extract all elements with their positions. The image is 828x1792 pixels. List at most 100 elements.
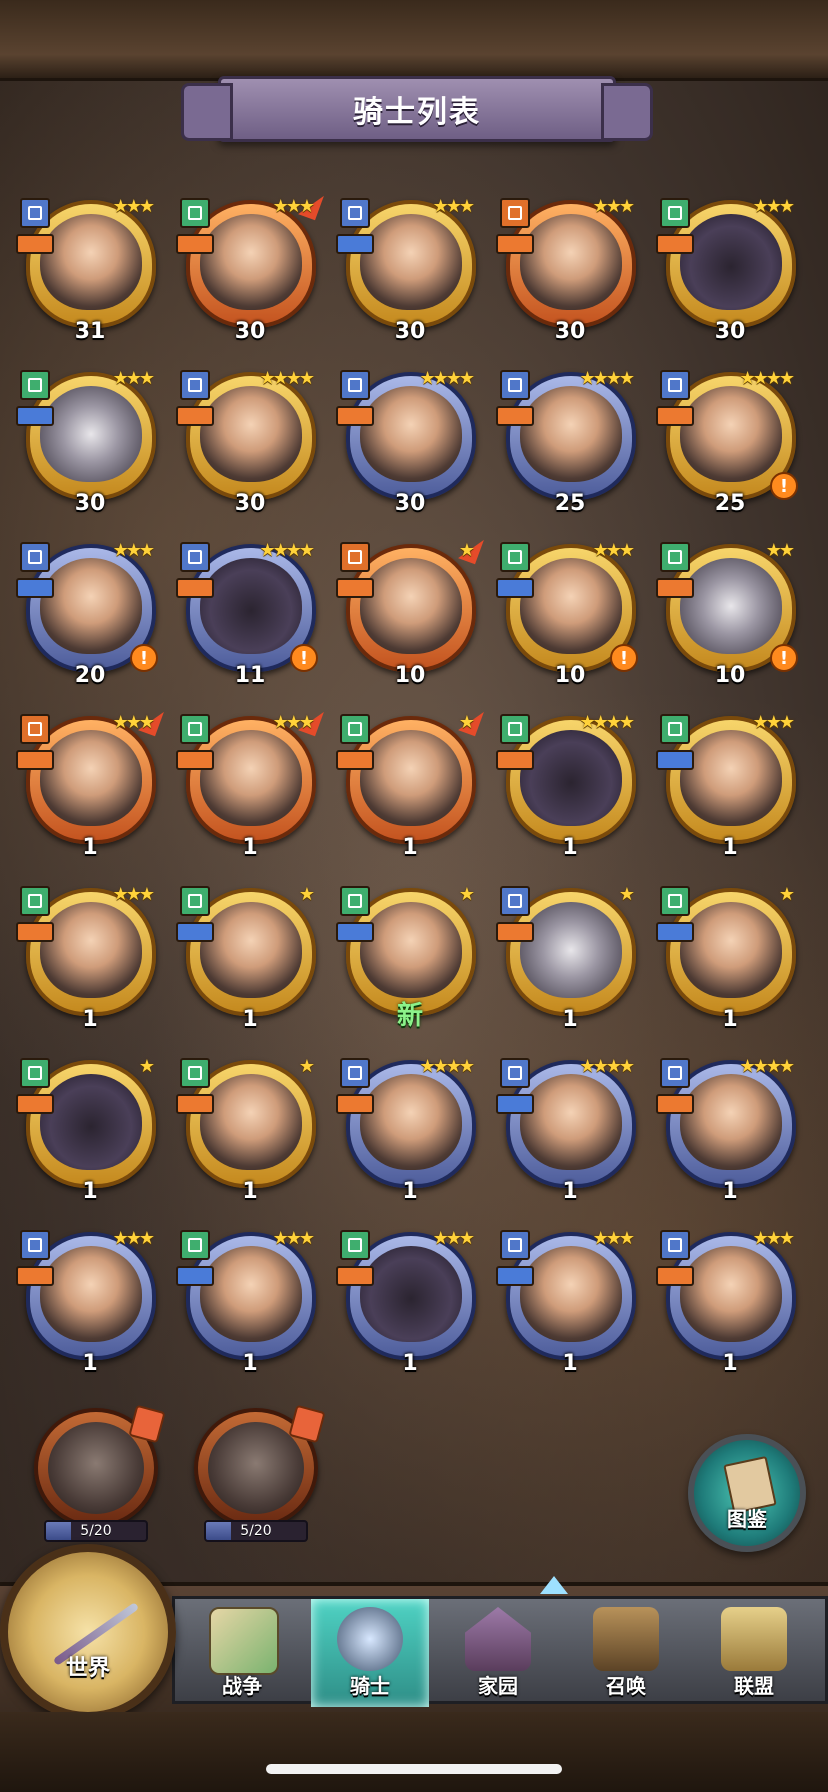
knight-card[interactable]: ★★★ 1	[16, 705, 164, 862]
knight-level: 30	[234, 319, 266, 344]
class-icon	[180, 370, 210, 400]
knight-level: 1	[722, 1351, 738, 1376]
knight-card[interactable]: ★★★★ 25!	[656, 368, 800, 518]
knight-card[interactable]: ★ 10	[336, 533, 484, 690]
nav-tab-knight[interactable]: 骑士	[311, 1599, 429, 1707]
codex-label: 图鉴	[727, 1507, 767, 1531]
knight-portrait	[360, 1246, 462, 1342]
knight-card[interactable]: ★★★ 1	[496, 1228, 640, 1378]
star-rating: ★	[298, 884, 315, 905]
new-badge: 新	[396, 1001, 423, 1031]
role-icon	[496, 578, 534, 598]
star-rating: ★★	[765, 540, 795, 561]
star-rating: ★★★	[112, 540, 155, 561]
star-rating: ★★★★	[419, 368, 475, 389]
nav-tab-label: 骑士	[350, 1674, 390, 1698]
knight-level: 1	[82, 1007, 98, 1032]
role-icon	[176, 1266, 214, 1286]
knight-level: 1	[562, 835, 578, 860]
knight-level: 1	[722, 1179, 738, 1204]
class-icon	[180, 198, 210, 228]
knight-card[interactable]: ★ 1	[656, 884, 800, 1034]
alert-icon: !	[770, 472, 798, 500]
knight-card[interactable]: ★★★ 1	[656, 712, 800, 862]
knight-card[interactable]: ★★★★ 1	[656, 1056, 800, 1206]
star-rating: ★★★	[272, 1228, 315, 1249]
knight-card[interactable]: ★★★★ 1	[336, 1056, 480, 1206]
knight-card[interactable]: ★★★★ 1	[496, 712, 640, 862]
class-icon	[660, 886, 690, 916]
world-button[interactable]: 世界	[0, 1544, 176, 1720]
class-icon	[180, 542, 210, 572]
knight-card[interactable]: ★★★★ 1	[496, 1056, 640, 1206]
class-icon	[20, 1230, 50, 1260]
knight-card[interactable]: ★★★ 31	[16, 196, 160, 346]
nav-tab-label: 召唤	[606, 1674, 646, 1698]
role-icon	[496, 1266, 534, 1286]
class-icon	[20, 542, 50, 572]
knight-card[interactable]: ★ 1	[496, 884, 640, 1034]
knight-level: 1	[562, 1179, 578, 1204]
role-icon	[496, 1094, 534, 1114]
knight-card[interactable]: ★★★ 30	[496, 196, 640, 346]
class-icon	[660, 198, 690, 228]
class-icon	[340, 198, 370, 228]
knight-card[interactable]: ★★★ 1	[16, 1228, 160, 1378]
knight-card[interactable]: ★★★ 1	[176, 705, 324, 862]
knight-portrait	[520, 1246, 622, 1342]
role-icon	[16, 406, 54, 426]
star-rating: ★★★★	[419, 1056, 475, 1077]
nav-tab-home[interactable]: 家园	[439, 1599, 557, 1707]
locked-knight-card[interactable]: 5/20	[186, 1404, 326, 1568]
knight-card[interactable]: ★ 1	[176, 884, 320, 1034]
knight-level: 1	[82, 835, 98, 860]
knight-level: 1	[402, 1351, 418, 1376]
role-icon	[336, 578, 374, 598]
star-rating: ★★★★	[579, 712, 635, 733]
role-icon	[336, 1094, 374, 1114]
star-rating: ★★★★	[259, 368, 315, 389]
knight-card[interactable]: ★★★ 1	[176, 1228, 320, 1378]
knight-level: 1	[82, 1351, 98, 1376]
knight-card[interactable]: ★★★ 1	[336, 1228, 480, 1378]
knight-icon	[337, 1607, 403, 1671]
knight-card[interactable]: ★★★★ 30	[176, 368, 320, 518]
role-icon	[16, 1094, 54, 1114]
knight-card[interactable]: ★★★ 10!	[496, 540, 640, 690]
knight-level: 30	[714, 319, 746, 344]
class-icon	[500, 198, 530, 228]
nav-tab-train[interactable]: 召唤	[567, 1599, 685, 1707]
knight-card[interactable]: ★★★ 30	[176, 189, 324, 346]
knight-card[interactable]: ★★★★ 30	[336, 368, 480, 518]
role-icon	[16, 234, 54, 254]
knight-card[interactable]: ★★★ 30	[336, 196, 480, 346]
knight-card[interactable]: ★★★ 30	[16, 368, 160, 518]
knight-portrait	[360, 902, 462, 998]
knight-card[interactable]: ★ 1	[176, 1056, 320, 1206]
knight-card[interactable]: ★★★ 1	[656, 1228, 800, 1378]
knight-card[interactable]: ★★★★ 11!	[176, 540, 320, 690]
class-icon	[180, 886, 210, 916]
knight-card[interactable]: ★★ 10!	[656, 540, 800, 690]
top-bar	[0, 0, 828, 81]
knight-level: 1	[562, 1007, 578, 1032]
knight-card[interactable]: ★ 1	[16, 1056, 160, 1206]
knight-portrait	[680, 214, 782, 310]
role-icon	[176, 1094, 214, 1114]
knight-card[interactable]: ★ 1	[336, 705, 484, 862]
knight-card[interactable]: ★★★★ 25	[496, 368, 640, 518]
nav-tab-map[interactable]: 战争	[183, 1599, 301, 1707]
knight-card[interactable]: ★★★ 1	[16, 884, 160, 1034]
role-icon	[496, 406, 534, 426]
class-icon	[20, 886, 50, 916]
role-icon	[656, 1266, 694, 1286]
knight-portrait	[200, 1074, 302, 1170]
knight-level: 30	[74, 491, 106, 516]
knight-card[interactable]: ★★★ 30	[656, 196, 800, 346]
home-indicator[interactable]	[266, 1764, 562, 1774]
codex-button[interactable]: 图鉴	[688, 1434, 806, 1552]
knight-card[interactable]: ★★★ 20!	[16, 540, 160, 690]
nav-tab-alliance[interactable]: 联盟	[695, 1599, 813, 1707]
star-rating: ★	[618, 884, 635, 905]
knight-card[interactable]: ★ 新	[336, 884, 480, 1034]
